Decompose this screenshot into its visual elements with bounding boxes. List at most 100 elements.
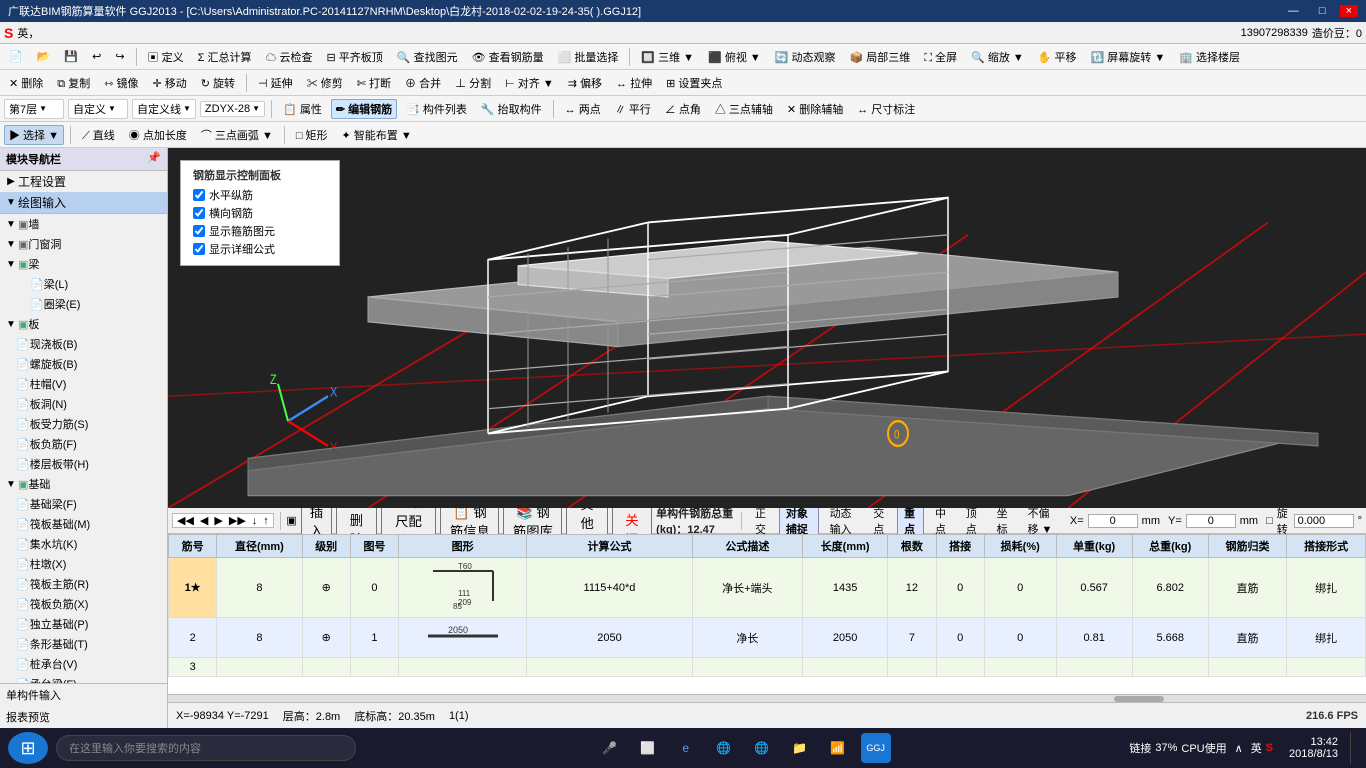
rect-tool[interactable]: □ 矩形 (291, 125, 333, 145)
edit-rebar-btn[interactable]: ✏ 编辑钢筋 (331, 99, 397, 119)
sidebar-rebar-force[interactable]: 📄 板受力筋(S) (0, 414, 167, 434)
floor-select-btn[interactable]: 🏢 选择楼层 (1174, 47, 1245, 67)
checkbox-stirrup[interactable] (193, 225, 205, 237)
table-row[interactable]: 3 (169, 658, 1366, 677)
taskbar-wifi[interactable]: 📶 (823, 733, 853, 763)
find-btn[interactable]: 🔍 查找图元 (392, 47, 463, 67)
delete-btn[interactable]: ✕ 删除 (4, 73, 48, 93)
check-stirrup-icon[interactable]: 显示箍筋图元 (193, 223, 327, 239)
sidebar-sump[interactable]: 📄 集水坑(K) (0, 534, 167, 554)
table-scrollbar[interactable] (168, 694, 1366, 702)
checkbox-formula[interactable] (193, 243, 205, 255)
drawing-input[interactable]: ▼ 绘图输入 (0, 192, 167, 213)
sidebar-beam-e[interactable]: 📄 圈梁(E) (0, 294, 167, 314)
align-btn[interactable]: ⊟ 平齐板顶 (322, 47, 388, 67)
sidebar-pin[interactable]: 📌 (147, 151, 161, 167)
copy-btn[interactable]: ⧉ 复制 (52, 73, 95, 93)
dynamic-view-btn[interactable]: 🔄 动态观察 (770, 47, 841, 67)
two-point-axis[interactable]: ↔ 两点 (560, 99, 606, 119)
smart-place-btn[interactable]: ✦ 智能布置 ▼ (337, 125, 417, 145)
three-point-axis[interactable]: △ 三点辅轴 (710, 99, 778, 119)
open-btn[interactable]: 📂 (32, 48, 56, 65)
nav-prev[interactable]: ◀ (198, 514, 210, 527)
top-view-btn[interactable]: ⬛ 俯视 ▼ (703, 47, 766, 67)
define-btn[interactable]: ▣ 定义 (143, 47, 189, 67)
nav-next[interactable]: ▶ (212, 514, 224, 527)
taskbar-folder[interactable]: 📁 (785, 733, 815, 763)
taskbar-mic[interactable]: 🎤 (595, 733, 625, 763)
checkbox-transverse[interactable] (193, 207, 205, 219)
sidebar-cap[interactable]: 📄 柱帽(V) (0, 374, 167, 394)
sidebar-foundation[interactable]: ▼ ▣ 基础 (0, 474, 167, 494)
minimize-button[interactable]: — (1282, 5, 1305, 17)
pickup-btn[interactable]: 🔧 抬取构件 (476, 99, 547, 119)
show-desktop[interactable] (1350, 732, 1358, 764)
cloud-btn[interactable]: ☁ 云检查 (260, 47, 317, 67)
taskbar-task-view[interactable]: ⬜ (633, 733, 663, 763)
report-preview-btn[interactable]: 报表预览 (0, 706, 167, 728)
align2-btn[interactable]: ⊢ 对齐 ▼ (500, 73, 559, 93)
window-controls[interactable]: — □ × (1282, 5, 1358, 17)
single-input-btn[interactable]: 单构件输入 (0, 684, 167, 706)
save-btn[interactable]: 💾 (59, 48, 83, 65)
checkbox-horizontal[interactable] (193, 189, 205, 201)
close-button[interactable]: × (1340, 5, 1358, 17)
table-row[interactable]: 1★8⊕0 T60 85 111 209 1115+40*d净长+端头14351… (169, 558, 1366, 618)
dimension-btn[interactable]: ↔ 尺寸标注 (852, 99, 920, 119)
rotate-view-btn[interactable]: 🔃 屏幕旋转 ▼ (1086, 47, 1171, 67)
nav-up[interactable]: ↑ (261, 515, 271, 527)
extend-btn[interactable]: ⊣ 延伸 (253, 73, 298, 93)
sidebar-col-pier[interactable]: 📄 柱墩(X) (0, 554, 167, 574)
pan-btn[interactable]: ✋ 平移 (1033, 47, 1082, 67)
sidebar-beam[interactable]: ▼ ▣ 梁 (0, 254, 167, 274)
offset-btn[interactable]: ⇉ 偏移 (563, 73, 607, 93)
nav-first[interactable]: ◀◀ (175, 514, 196, 527)
sidebar-neg-rebar[interactable]: 📄 板负筋(F) (0, 434, 167, 454)
nav-down[interactable]: ↓ (250, 515, 260, 527)
grip-btn[interactable]: ⊞ 设置夹点 (661, 73, 727, 93)
property-btn[interactable]: 📋 属性 (278, 99, 327, 119)
systray-expand[interactable]: ∧ (1235, 742, 1243, 755)
floor-dropdown[interactable]: 第7层 ▼ (4, 99, 64, 119)
taskbar-search[interactable]: 在这里输入你要搜索的内容 (56, 735, 356, 761)
table-resize-icon[interactable]: ▣ (286, 514, 296, 527)
move-btn[interactable]: ✛ 移动 (147, 73, 191, 93)
sidebar-raft[interactable]: 📄 筏板基础(M) (0, 514, 167, 534)
view-rebar-btn[interactable]: 👁 查看钢筋量 (467, 47, 549, 67)
taskbar-edge[interactable]: e (671, 733, 701, 763)
sidebar-cap-beam[interactable]: 📄 承台梁(F) (0, 674, 167, 683)
floor-type-dropdown[interactable]: 自定义 ▼ (68, 99, 128, 119)
batch-select-btn[interactable]: ⬜ 批量选择 (553, 47, 624, 67)
zoom-btn[interactable]: 🔍 缩放 ▼ (966, 47, 1029, 67)
fullscreen-btn[interactable]: ⛶ 全屏 (919, 47, 962, 67)
sidebar-strip[interactable]: 📄 条形基础(T) (0, 634, 167, 654)
check-formula[interactable]: 显示详细公式 (193, 241, 327, 257)
local-3d-btn[interactable]: 📦 局部三维 (845, 47, 916, 67)
taskbar-ie2[interactable]: 🌐 (747, 733, 777, 763)
sigma-btn[interactable]: Σ 汇总计算 (193, 47, 257, 67)
sidebar-raft-main[interactable]: 📄 筏板主筋(R) (0, 574, 167, 594)
sidebar-found-beam[interactable]: 📄 基础梁(F) (0, 494, 167, 514)
redo-btn[interactable]: ↪ (110, 48, 129, 65)
sidebar-raft-neg[interactable]: 📄 筏板负筋(X) (0, 594, 167, 614)
new-btn[interactable]: 📄 (4, 48, 28, 65)
line-tool[interactable]: ⟋ 直线 (77, 125, 120, 145)
trim-btn[interactable]: ✂ 修剪 (302, 73, 348, 93)
sidebar-floor-band[interactable]: 📄 楼层板带(H) (0, 454, 167, 474)
taskbar-ggj[interactable]: GGJ (861, 733, 891, 763)
undo-btn[interactable]: ↩ (87, 48, 106, 65)
sidebar-cast-slab[interactable]: 📄 现浇板(B) (0, 334, 167, 354)
sidebar-wall[interactable]: ▼ ▣ 墙 (0, 214, 167, 234)
mirror-btn[interactable]: ⇿ 镜像 (99, 73, 143, 93)
y-input[interactable] (1186, 514, 1236, 528)
sidebar-spiral-slab[interactable]: 📄 螺旋板(B) (0, 354, 167, 374)
angle-axis[interactable]: ∠ 点角 (660, 99, 706, 119)
start-button[interactable]: ⊞ (8, 732, 48, 764)
rotate-btn[interactable]: ↻ 旋转 (196, 73, 240, 93)
parallel-axis[interactable]: ∥ 平行 (610, 99, 656, 119)
taskbar-ie[interactable]: 🌐 (709, 733, 739, 763)
select-tool[interactable]: ▶ 选择 ▼ (4, 125, 64, 145)
3d-viewport[interactable]: 钢筋显示控制面板 水平纵筋 横向钢筋 显示箍筋图元 (168, 148, 1366, 508)
sidebar-pile-cap[interactable]: 📄 桩承台(V) (0, 654, 167, 674)
check-transverse-rebar[interactable]: 横向钢筋 (193, 205, 327, 221)
